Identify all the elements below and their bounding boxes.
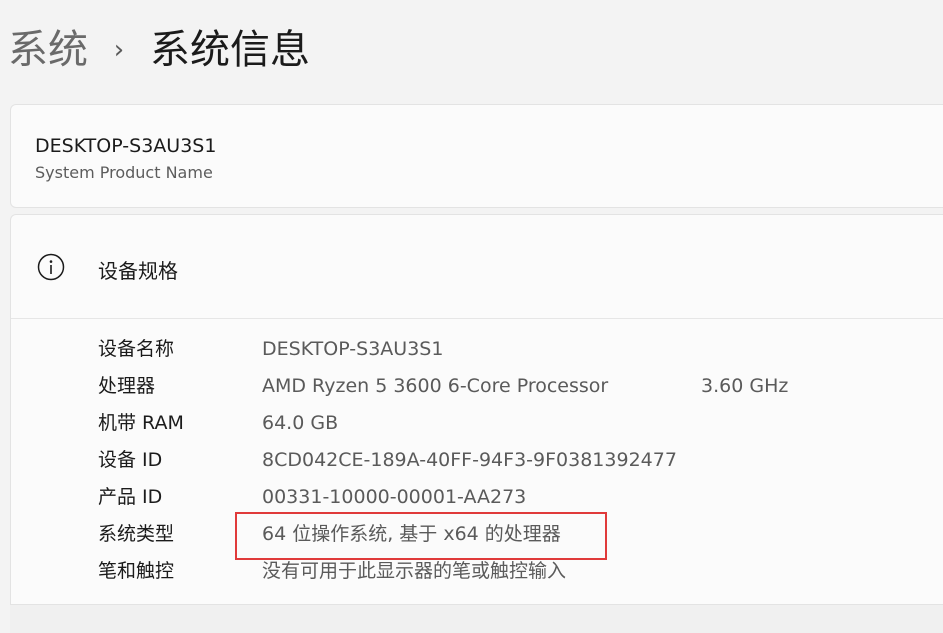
spec-row-system-type: 系统类型 64 位操作系统, 基于 x64 的处理器 <box>11 516 943 553</box>
page-title: 系统信息 <box>150 27 310 73</box>
spec-value: 8CD042CE-189A-40FF-94F3-9F0381392477 <box>262 449 677 471</box>
spec-row-device-id: 设备 ID 8CD042CE-189A-40FF-94F3-9F03813924… <box>11 442 943 479</box>
next-card-edge <box>10 604 943 633</box>
spec-label: 笔和触控 <box>98 560 175 582</box>
spec-value: DESKTOP-S3AU3S1 <box>262 338 444 360</box>
breadcrumb-parent-system[interactable]: 系统 <box>8 22 88 78</box>
spec-label: 系统类型 <box>98 523 175 545</box>
spec-label: 设备 ID <box>98 449 163 471</box>
spec-label: 产品 ID <box>98 486 163 508</box>
spec-row-product-id: 产品 ID 00331-10000-00001-AA273 <box>11 479 943 516</box>
system-info-page: 系统 › 系统信息 DESKTOP-S3AU3S1 System Product… <box>0 0 943 633</box>
device-name: DESKTOP-S3AU3S1 <box>35 135 217 157</box>
spec-label: 机带 RAM <box>98 412 184 434</box>
breadcrumb: 系统 › 系统信息 <box>8 22 310 78</box>
info-icon <box>37 253 65 281</box>
device-specs-title: 设备规格 <box>98 259 178 283</box>
spec-label: 设备名称 <box>98 338 175 360</box>
spec-row-device-name: 设备名称 DESKTOP-S3AU3S1 <box>11 331 943 368</box>
spec-value: 没有可用于此显示器的笔或触控输入 <box>262 560 567 582</box>
device-specs-header[interactable]: 设备规格 <box>11 215 943 319</box>
spec-value: 64 位操作系统, 基于 x64 的处理器 <box>262 523 561 545</box>
spec-row-processor: 处理器 AMD Ryzen 5 3600 6-Core Processor 3.… <box>11 368 943 405</box>
spec-label: 处理器 <box>98 375 156 397</box>
device-specs-card: 设备规格 设备名称 DESKTOP-S3AU3S1 处理器 AMD Ryzen … <box>10 214 943 633</box>
spec-value: 64.0 GB <box>262 412 339 434</box>
device-model: System Product Name <box>35 163 213 182</box>
device-name-card: DESKTOP-S3AU3S1 System Product Name <box>10 104 943 208</box>
spec-value-clock-speed: 3.60 GHz <box>701 375 789 397</box>
chevron-right-icon: › <box>113 35 125 65</box>
spec-row-ram: 机带 RAM 64.0 GB <box>11 405 943 442</box>
spec-value: AMD Ryzen 5 3600 6-Core Processor <box>262 375 609 397</box>
spec-value: 00331-10000-00001-AA273 <box>262 486 527 508</box>
spec-row-pen-touch: 笔和触控 没有可用于此显示器的笔或触控输入 <box>11 553 943 590</box>
